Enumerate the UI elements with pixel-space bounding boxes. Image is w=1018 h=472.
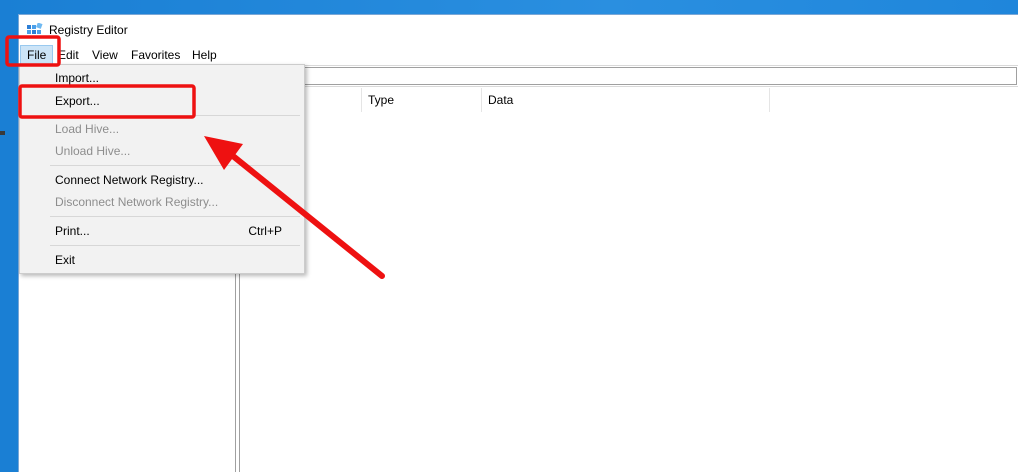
menu-item-export[interactable]: Export... [22, 90, 302, 112]
menu-separator [50, 216, 300, 217]
menu-item-import[interactable]: Import... [22, 67, 302, 89]
desktop-edge-mark [0, 131, 5, 135]
window-title: Registry Editor [49, 23, 128, 37]
menu-item-disconnect-network-registry: Disconnect Network Registry... [55, 195, 219, 209]
menu-view[interactable]: View [86, 45, 124, 65]
column-header-data[interactable]: Data [482, 88, 770, 112]
menu-separator [50, 245, 300, 246]
file-menu-dropdown: Import... Export... Load Hive... Unload … [19, 64, 305, 274]
menu-edit[interactable]: Edit [52, 45, 85, 65]
menu-item-print-shortcut: Ctrl+P [248, 224, 282, 238]
menu-item-print[interactable]: Print... Ctrl+P [22, 220, 302, 242]
menu-bar: File Edit View Favorites Help [19, 45, 1018, 65]
menu-file[interactable]: File [20, 45, 54, 65]
menu-separator [50, 165, 300, 166]
menu-item-connect-network-registry[interactable]: Connect Network Registry... [22, 169, 302, 191]
title-bar: Registry Editor [19, 15, 1018, 45]
column-header-type[interactable]: Type [362, 88, 482, 112]
menu-item-print-label: Print... [55, 224, 90, 238]
menu-help[interactable]: Help [186, 45, 223, 65]
menu-separator [50, 115, 300, 116]
menu-item-exit[interactable]: Exit [22, 249, 302, 271]
menu-item-load-hive: Load Hive... [55, 122, 120, 136]
registry-editor-icon [27, 23, 43, 34]
values-list-pane[interactable]: Name Type Data [240, 88, 1018, 472]
menu-favorites[interactable]: Favorites [125, 45, 186, 65]
menu-item-unload-hive: Unload Hive... [55, 144, 131, 158]
